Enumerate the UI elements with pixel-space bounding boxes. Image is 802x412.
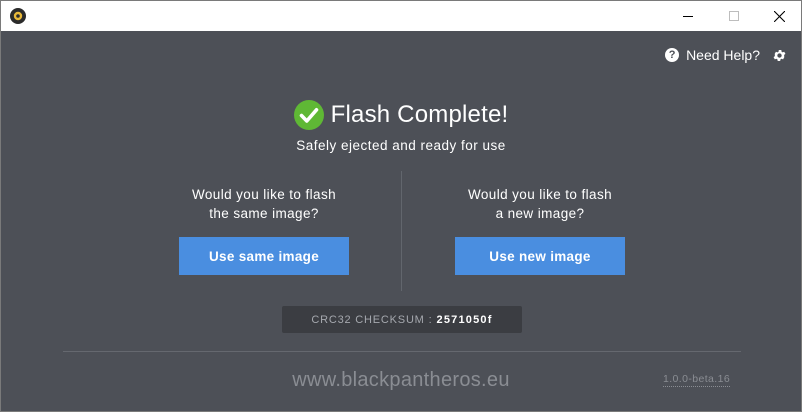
- checksum-value: 2571050f: [436, 313, 493, 326]
- title-bar: [1, 1, 801, 31]
- use-new-image-button[interactable]: Use new image: [455, 237, 625, 275]
- checkmark-circle-icon: [293, 100, 324, 130]
- help-area: ? Need Help?: [665, 46, 787, 64]
- same-image-question: Would you like to flash the same image?: [191, 187, 337, 221]
- maximize-icon: [729, 11, 739, 21]
- app-window: ? Need Help? Flash Complete! Safely ejec…: [0, 0, 802, 412]
- minimize-button[interactable]: [665, 1, 711, 31]
- close-button[interactable]: [756, 1, 802, 31]
- checksum-label: CRC32 CHECKSUM: [311, 313, 425, 326]
- use-same-image-button[interactable]: Use same image: [179, 237, 349, 275]
- checksum-box: CRC32 CHECKSUM : 2571050f: [282, 306, 522, 333]
- need-help-link[interactable]: Need Help?: [686, 47, 760, 63]
- checksum-separator: :: [428, 313, 433, 326]
- new-image-question: Would you like to flash a new image?: [467, 187, 613, 221]
- close-icon: [773, 10, 785, 22]
- question-icon[interactable]: ?: [665, 48, 680, 62]
- new-image-option: Would you like to flash a new image? Use…: [415, 185, 665, 275]
- app-logo-icon: [10, 8, 26, 24]
- gear-icon[interactable]: [772, 48, 787, 63]
- same-image-option: Would you like to flash the same image? …: [139, 185, 389, 275]
- version-label[interactable]: 1.0.0-beta.16: [663, 373, 731, 387]
- vertical-divider: [401, 171, 402, 291]
- status-subtitle: Safely ejected and ready for use: [296, 138, 506, 153]
- footer-divider: [63, 351, 741, 352]
- minimize-icon: [683, 16, 693, 17]
- maximize-button[interactable]: [711, 1, 757, 31]
- flash-complete-heading: Flash Complete!: [1, 99, 801, 131]
- page-title: Flash Complete!: [330, 101, 509, 128]
